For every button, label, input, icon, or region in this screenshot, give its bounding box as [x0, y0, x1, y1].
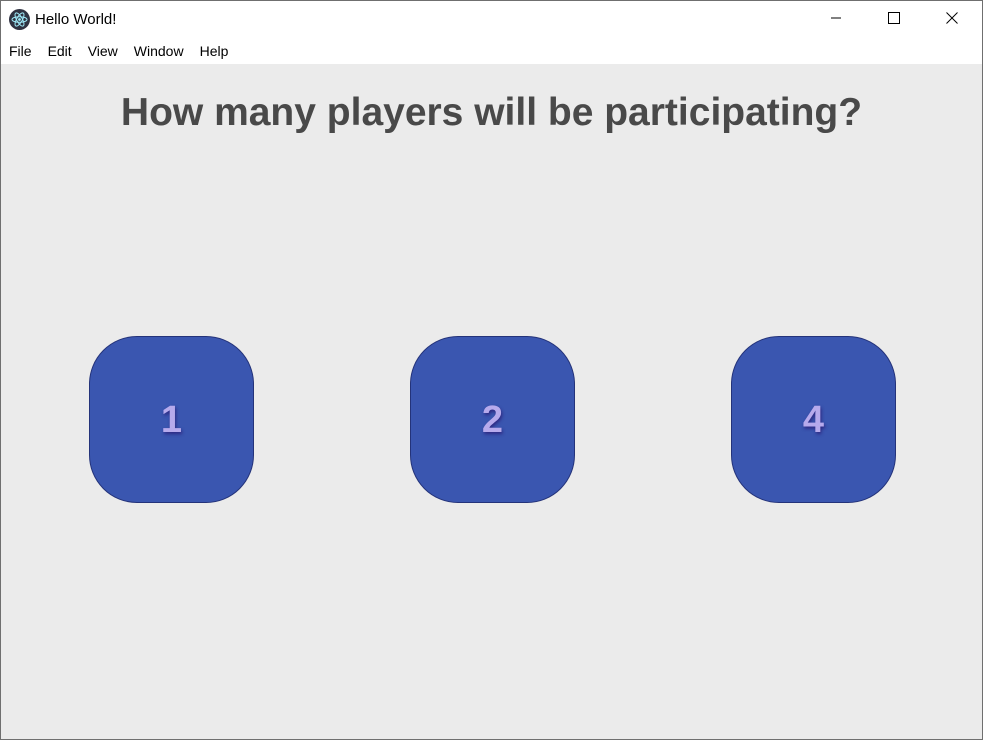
menu-bar: File Edit View Window Help	[1, 39, 982, 64]
menu-item-file[interactable]: File	[1, 39, 40, 64]
title-bar[interactable]: Hello World!	[1, 1, 982, 39]
maximize-button[interactable]	[865, 1, 923, 39]
player-count-button-4[interactable]: 4	[731, 336, 896, 503]
player-count-button-2[interactable]: 2	[410, 336, 575, 503]
maximize-icon	[888, 11, 900, 29]
close-button[interactable]	[923, 1, 981, 39]
player-count-label: 4	[802, 398, 825, 441]
menu-item-help[interactable]: Help	[192, 39, 237, 64]
player-count-label: 2	[481, 398, 504, 441]
close-icon	[946, 11, 958, 29]
minimize-icon	[830, 11, 842, 29]
player-count-label: 1	[160, 398, 183, 441]
minimize-button[interactable]	[807, 1, 865, 39]
window-title: Hello World!	[35, 11, 117, 28]
page-title: How many players will be participating?	[120, 91, 863, 134]
main-content: How many players will be participating? …	[1, 64, 982, 739]
player-count-button-1[interactable]: 1	[89, 336, 254, 503]
app-window: Hello World! File Edit View Window Help …	[0, 0, 983, 740]
menu-item-view[interactable]: View	[80, 39, 126, 64]
menu-item-edit[interactable]: Edit	[40, 39, 80, 64]
menu-item-window[interactable]: Window	[126, 39, 192, 64]
electron-atom-icon	[9, 9, 30, 30]
